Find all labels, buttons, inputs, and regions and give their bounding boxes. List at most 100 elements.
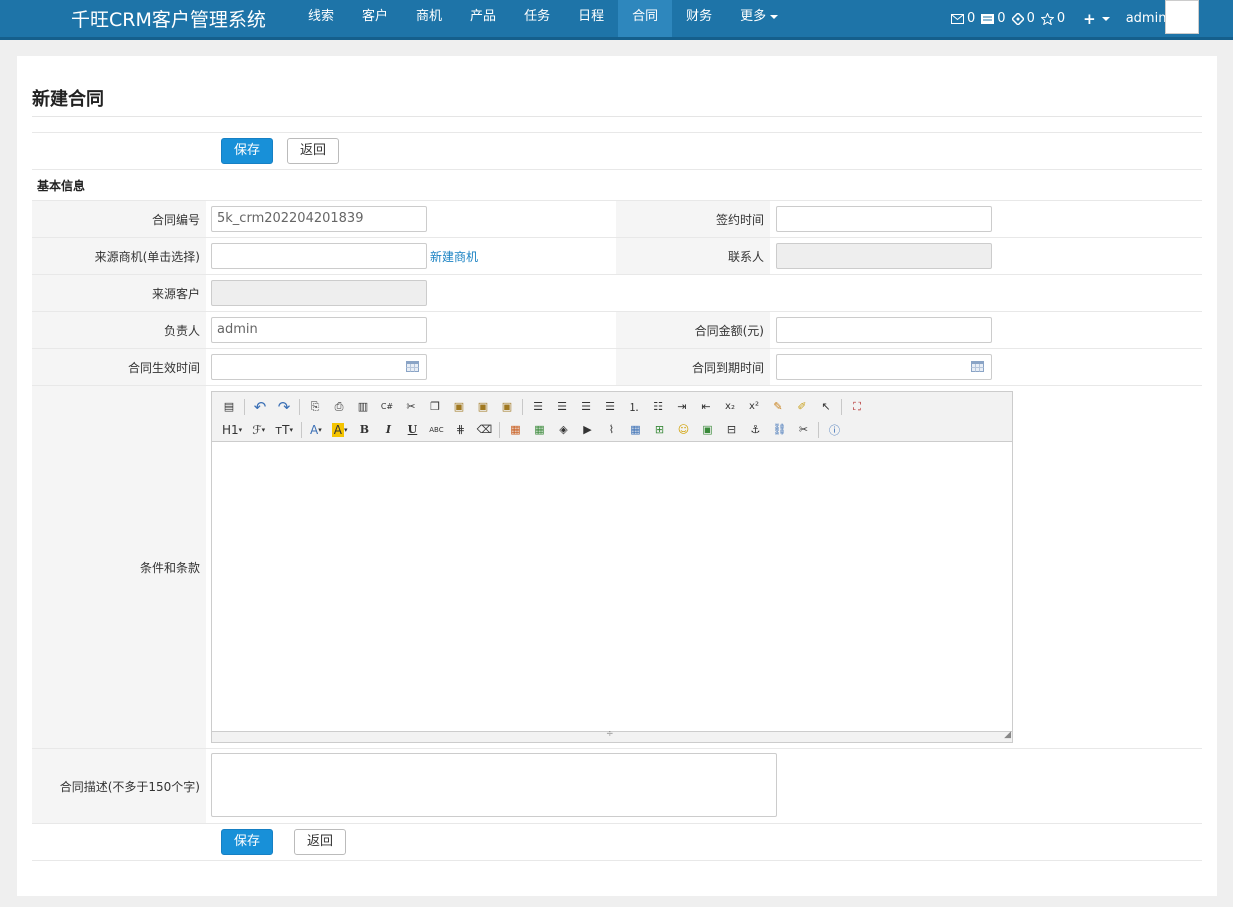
justify-icon[interactable]: ☰ [601,398,619,416]
align-center-icon[interactable]: ☰ [553,398,571,416]
tasks-stat[interactable]: 0 [1011,11,1035,26]
link-icon[interactable]: ⛓ [770,421,788,439]
align-right-icon[interactable]: ☰ [577,398,595,416]
form-row-4: 负责人 admin 合同金额(元) [32,311,1202,349]
insert-row-icon[interactable]: ⊞ [650,421,668,439]
code-icon[interactable]: C# [378,398,396,416]
start-time-input[interactable] [211,354,427,380]
strikethrough-icon[interactable]: ABC [427,421,445,439]
description-textarea[interactable] [211,752,777,817]
editor-resize-bar[interactable]: ÷ ◢ [212,729,1012,742]
undo-icon[interactable]: ↶ [251,398,269,416]
nav-item-leads[interactable]: 线索 [294,0,348,37]
indent-icon[interactable]: ⇥ [673,398,691,416]
heading-dropdown[interactable]: H1 ▾ [220,421,244,439]
font-family-dropdown[interactable]: ℱ ▾ [250,421,267,439]
source-customer-input [211,280,427,306]
contract-form: 保存 返回 基本信息 合同编号 5k_crm202204201839 签约时间 来… [32,132,1202,861]
avatar[interactable] [1165,0,1199,34]
save-button-bottom[interactable]: 保存 [221,829,274,855]
flash-icon[interactable]: ◈ [554,421,572,439]
editor-content-area[interactable] [212,442,1012,731]
amount-input[interactable] [776,317,992,343]
background-color-label: A [331,422,344,437]
italic-icon[interactable]: I [379,421,397,439]
media-icon[interactable]: ▶ [578,421,596,439]
copy-icon[interactable]: ❐ [426,398,444,416]
paste-icon[interactable]: ▣ [450,398,468,416]
page-title: 新建合同 [32,89,104,110]
font-family-label: ℱ [252,422,262,437]
unordered-list-icon[interactable]: ☷ [649,398,667,416]
attachment-icon[interactable]: ⌇ [602,421,620,439]
favorites-stat[interactable]: 0 [1040,11,1066,26]
plus-icon[interactable]: + [1083,10,1096,28]
font-color-dropdown[interactable]: A ▾ [308,421,324,439]
horizontal-rule-icon[interactable]: ⋕ [451,421,469,439]
help-icon[interactable]: ⓘ [825,421,843,439]
chevron-down-icon[interactable] [1101,16,1110,21]
source-code-icon[interactable]: ▤ [220,398,238,416]
paste-word-icon[interactable]: ▣ [498,398,516,416]
owner-label: 负责人 [32,311,206,349]
eraser-icon[interactable]: ⌫ [475,421,493,439]
quick-format-icon[interactable]: ✐ [793,398,811,416]
back-button-bottom[interactable]: 返回 [294,829,347,855]
paste-text-icon[interactable]: ▣ [474,398,492,416]
subscript-icon[interactable]: x₂ [721,398,739,416]
owner-input[interactable]: admin [211,317,427,343]
page-break-icon[interactable]: ⊟ [722,421,740,439]
table-icon[interactable]: ▦ [626,421,644,439]
nav-item-products[interactable]: 产品 [456,0,510,37]
nav-item-customers[interactable]: 客户 [348,0,402,37]
new-opportunity-link[interactable]: 新建商机 [430,248,478,265]
select-all-icon[interactable]: ↖ [817,398,835,416]
superscript-icon[interactable]: x² [745,398,763,416]
end-time-input[interactable] [776,354,992,380]
anchor-icon[interactable]: ⚓ [746,421,764,439]
contract-no-input[interactable]: 5k_crm202204201839 [211,206,427,232]
nav-item-contracts[interactable]: 合同 [618,0,673,37]
main-nav: 线索 客户 商机 产品 任务 日程 合同 财务 更多 [294,0,792,37]
nav-item-tasks[interactable]: 任务 [510,0,564,37]
background-color-dropdown[interactable]: A ▾ [330,421,350,439]
clear-format-icon[interactable]: ✎ [769,398,787,416]
cut-icon[interactable]: ✂ [402,398,420,416]
bold-icon[interactable]: B [355,421,373,439]
sign-time-input[interactable] [776,206,992,232]
back-button-top[interactable]: 返回 [287,138,340,164]
print-icon[interactable]: ⎙ [330,398,348,416]
underline-icon[interactable]: U [403,421,421,439]
template-icon[interactable]: ▥ [354,398,372,416]
image-icon[interactable]: ▦ [506,421,524,439]
chevron-down-icon [770,14,779,19]
align-left-icon[interactable]: ☰ [529,398,547,416]
fullscreen-icon[interactable]: ⛶ [848,398,866,416]
resize-corner-icon[interactable]: ◢ [1004,730,1011,740]
form-row-3: 来源客户 [32,274,1202,312]
multi-image-icon[interactable]: ▦ [530,421,548,439]
user-name[interactable]: admin [1126,11,1167,26]
font-size-dropdown[interactable]: тT ▾ [273,421,295,439]
nav-item-more[interactable]: 更多 [726,0,792,37]
save-button-top[interactable]: 保存 [221,138,274,164]
nav-item-opportunities[interactable]: 商机 [402,0,456,37]
amount-label: 合同金额(元) [616,311,770,349]
ordered-list-icon[interactable]: ⒈ [625,398,643,416]
outdent-icon[interactable]: ⇤ [697,398,715,416]
preview-icon[interactable]: ⎘ [306,398,324,416]
favorites-count: 0 [1056,11,1066,26]
brand-title[interactable]: 千旺CRM客户管理系统 [71,5,266,32]
nav-item-schedule[interactable]: 日程 [564,0,618,37]
nav-item-finance[interactable]: 财务 [672,0,726,37]
messages-stat[interactable]: 0 [951,11,975,26]
section-title-basic: 基本信息 [32,169,1202,201]
font-color-label: A [309,422,319,437]
announcements-stat[interactable]: 0 [981,11,1006,26]
redo-icon[interactable]: ↷ [275,398,293,416]
source-opportunity-input[interactable] [211,243,427,269]
picture-icon[interactable]: ▣ [698,421,716,439]
resize-handle-icon[interactable]: ÷ [606,729,614,739]
unlink-icon[interactable]: ✂ [794,421,812,439]
emoticon-icon[interactable]: ☺ [674,421,692,439]
